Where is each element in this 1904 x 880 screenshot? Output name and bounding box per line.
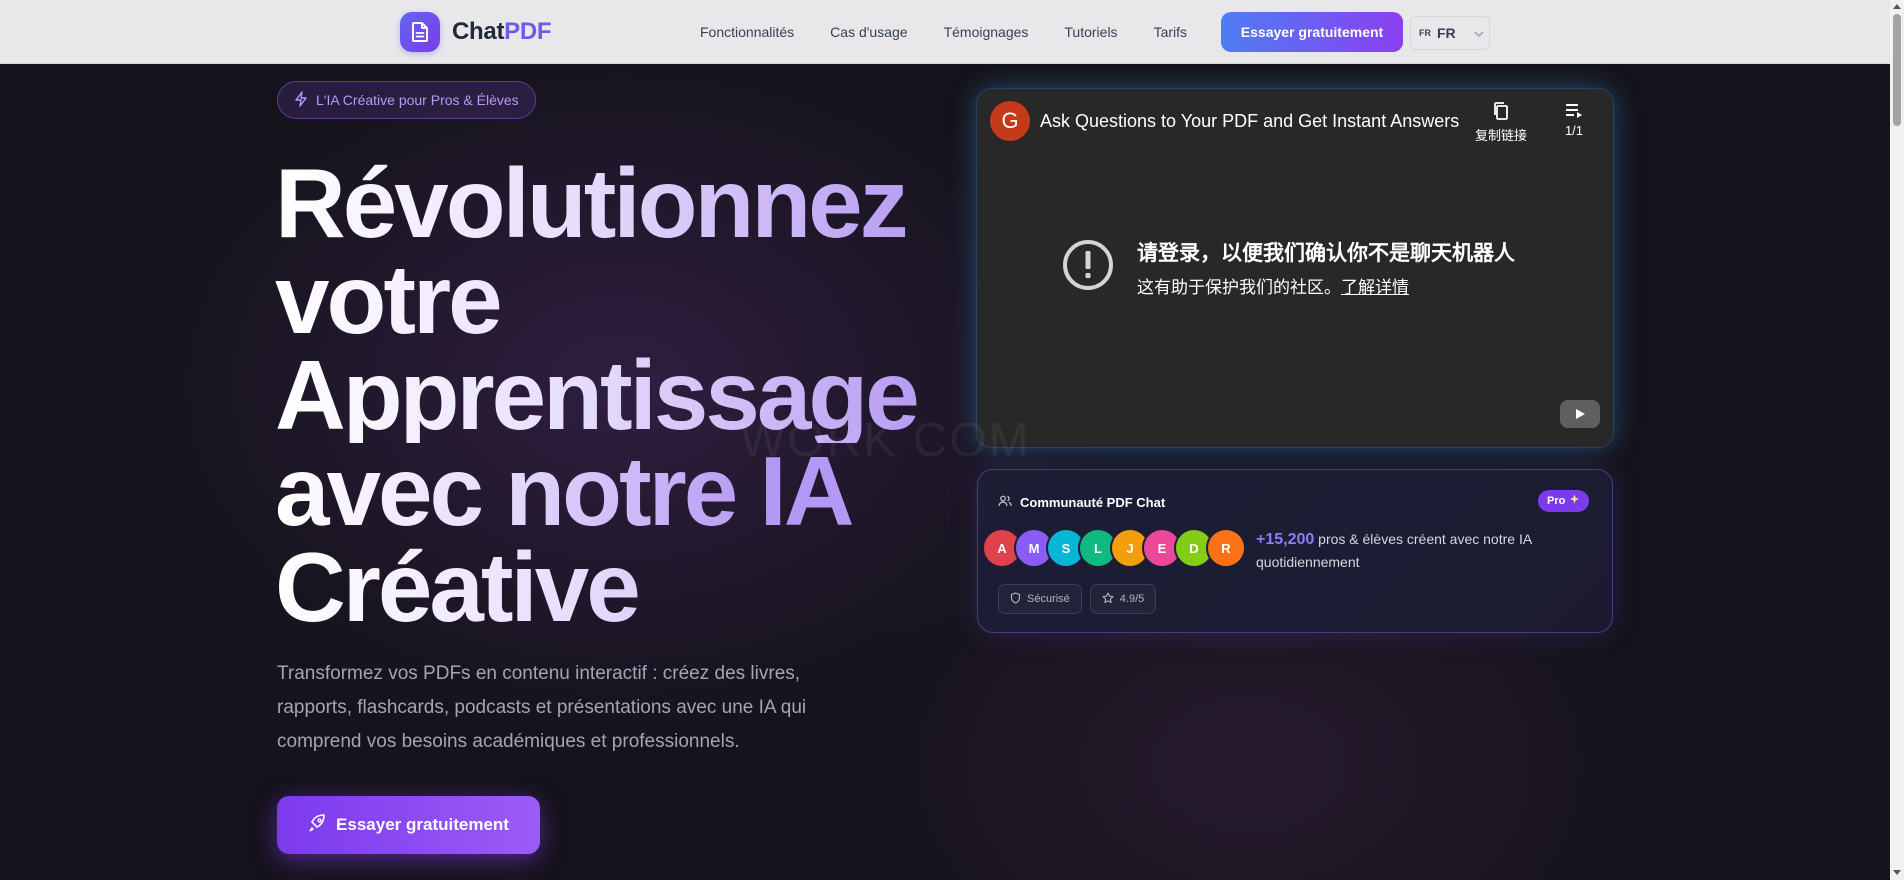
nav-try-free-button[interactable]: Essayer gratuitement — [1221, 12, 1403, 52]
hero-badge: L'IA Créative pour Pros & Élèves — [277, 81, 536, 119]
headline-line-2: votre — [275, 250, 935, 348]
learn-more-link[interactable]: 了解详情 — [1341, 278, 1409, 297]
lightning-icon — [294, 90, 308, 110]
rocket-icon — [308, 813, 326, 837]
shield-icon — [1010, 591, 1021, 607]
nav-link-tutoriels[interactable]: Tutoriels — [1064, 24, 1117, 40]
star-icon — [1102, 591, 1114, 607]
pro-badge: Pro — [1538, 490, 1590, 512]
language-selector[interactable]: FR FR — [1410, 16, 1490, 50]
trust-badges: Sécurisé 4.9/5 — [998, 584, 1157, 614]
watermark: WORK COM — [740, 414, 1031, 467]
hero-try-free-button[interactable]: Essayer gratuitement — [277, 796, 540, 854]
copy-link-button[interactable]: 复制链接 — [1461, 101, 1541, 144]
main-nav: Fonctionnalités Cas d'usage Témoignages … — [700, 0, 1223, 64]
community-avatars: A M S L J E D R — [982, 528, 1246, 568]
secure-badge: Sécurisé — [998, 584, 1082, 614]
language-flag-code: FR — [1419, 28, 1431, 38]
copy-link-label: 复制链接 — [1474, 128, 1527, 143]
hero-badge-label: L'IA Créative pour Pros & Élèves — [316, 92, 519, 108]
login-alert-title: 请登录，以便我们确认你不是聊天机器人 — [1137, 242, 1515, 265]
login-alert-subtitle: 这有助于保护我们的社区。了解详情 — [1137, 278, 1409, 297]
playlist-button[interactable]: 1/1 — [1549, 101, 1599, 138]
community-header: Communauté PDF Chat — [998, 494, 1165, 511]
community-stat: +15,200 pros & élèves créent avec notre … — [1256, 531, 1532, 570]
channel-avatar[interactable]: G — [990, 101, 1030, 141]
hero-section: L'IA Créative pour Pros & Élèves Révolut… — [0, 65, 1890, 880]
nav-link-fonctionnalites[interactable]: Fonctionnalités — [700, 24, 794, 40]
language-name: FR — [1437, 25, 1456, 41]
brand-logo[interactable]: ChatPDF — [400, 12, 552, 52]
copy-icon — [1494, 102, 1508, 120]
video-embed[interactable]: G Ask Questions to Your PDF and Get Inst… — [977, 89, 1613, 447]
youtube-icon[interactable] — [1560, 400, 1600, 428]
document-icon — [400, 12, 440, 52]
scroll-down-arrow-icon[interactable] — [1893, 870, 1901, 875]
playlist-count: 1/1 — [1564, 123, 1584, 138]
alert-icon — [1063, 240, 1113, 290]
hero-subtitle: Transformez vos PDFs en contenu interact… — [277, 663, 807, 752]
users-icon — [998, 494, 1012, 511]
sparkle-icon — [1569, 494, 1580, 508]
playlist-icon — [1566, 104, 1582, 118]
nav-link-tarifs[interactable]: Tarifs — [1154, 24, 1187, 40]
brand-name: ChatPDF — [452, 18, 552, 45]
headline-line-5: Créative — [275, 538, 935, 636]
top-navbar: ChatPDF Fonctionnalités Cas d'usage Témo… — [0, 0, 1890, 64]
rating-badge: 4.9/5 — [1089, 584, 1157, 614]
community-card: Communauté PDF Chat Pro A M S L J E D R … — [977, 469, 1613, 633]
chevron-down-icon — [1474, 24, 1484, 42]
video-title[interactable]: Ask Questions to Your PDF and Get Instan… — [1040, 111, 1460, 132]
community-title: Communauté PDF Chat — [1020, 495, 1166, 510]
headline-line-1: Révolutionnez — [275, 154, 935, 252]
page-scrollbar[interactable] — [1890, 0, 1904, 880]
nav-link-temoignages[interactable]: Témoignages — [944, 24, 1029, 40]
hero-headline: Révolutionnez votre Apprentissage avec n… — [275, 154, 935, 636]
community-count: +15,200 — [1256, 531, 1315, 548]
avatar: R — [1206, 528, 1246, 568]
nav-link-cas-usage[interactable]: Cas d'usage — [830, 24, 907, 40]
scroll-up-arrow-icon[interactable] — [1893, 4, 1901, 9]
scroll-thumb[interactable] — [1893, 14, 1901, 126]
hero-cta-label: Essayer gratuitement — [336, 815, 509, 834]
